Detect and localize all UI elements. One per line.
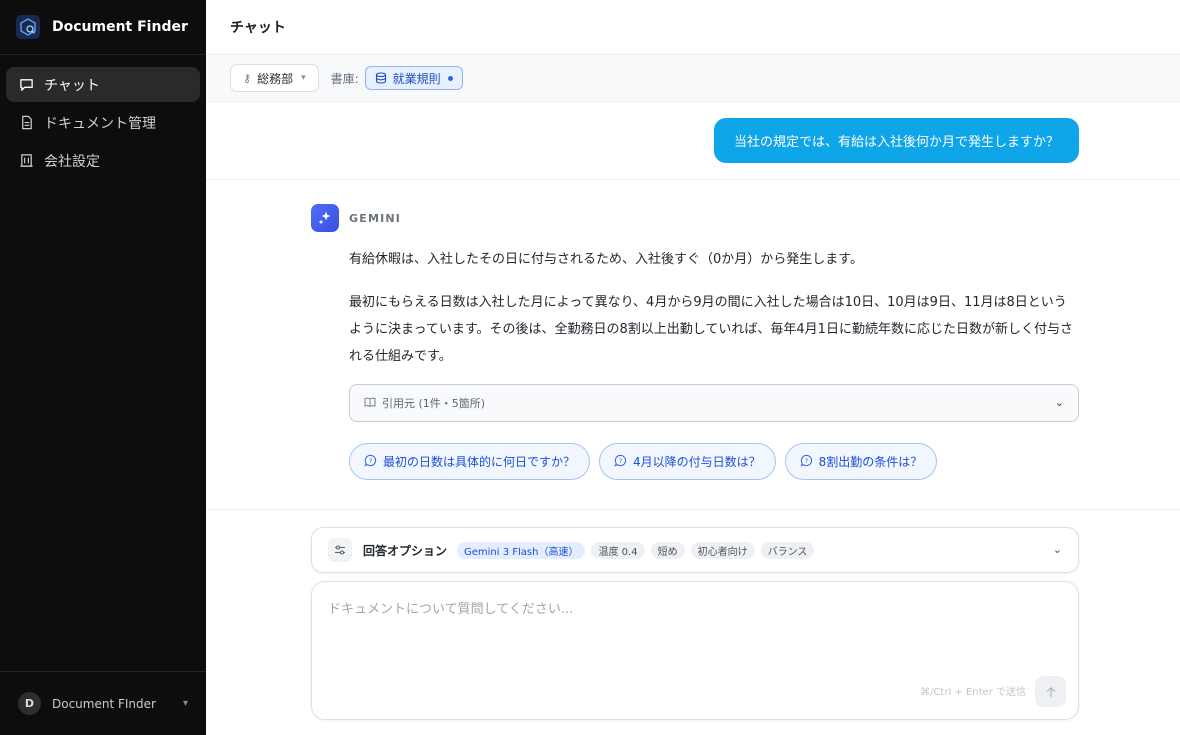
chevron-down-icon: ⌄	[1052, 543, 1062, 556]
sidebar-item-label: ドキュメント管理	[44, 115, 156, 132]
sidebar-nav: チャット ドキュメント管理 会社設定	[0, 55, 206, 193]
library-label: 書庫:	[330, 71, 359, 86]
chevron-down-icon: ▾	[182, 698, 188, 709]
assistant-message: GEMINI 有給休暇は、入社したその日に付与されるため、入社後すぐ（0か月）か…	[206, 180, 1180, 510]
answer-paragraph: 有給休暇は、入社したその日に付与されるため、入社後すぐ（0か月）から発生します。	[349, 252, 863, 267]
svg-text:?: ?	[369, 456, 372, 464]
assistant-message-body: 有給休暇は、入社したその日に付与されるため、入社後すぐ（0か月）から発生します。…	[349, 246, 1079, 386]
sidebar-item-label: 会社設定	[44, 153, 100, 170]
sidebar-item-documents[interactable]: ドキュメント管理	[6, 105, 200, 140]
citation-label: 引用元 (1件・5箇所)	[382, 397, 486, 410]
message-composer: ⌘/Ctrl + Enter で送信	[311, 581, 1079, 720]
brand[interactable]: Document Finder	[0, 0, 206, 55]
suggestion-chip[interactable]: ? 4月以降の付与日数は？	[599, 443, 776, 480]
suggestion-label: 最初の日数は具体的に何日ですか？	[383, 455, 576, 469]
answer-options-toggle[interactable]: 回答オプション Gemini 3 Flash（高速） 温度 0.4 短め 初心者…	[311, 527, 1079, 573]
assistant-header: GEMINI	[311, 204, 401, 232]
header: チャット	[206, 0, 1180, 55]
suggested-questions: ? 最初の日数は具体的に何日ですか？ ? 4月以降の付与日数は？ ? 8割出勤の…	[349, 443, 946, 480]
document-icon	[18, 115, 34, 131]
citation-toggle[interactable]: 引用元 (1件・5箇所) ⌄	[349, 384, 1079, 422]
main-panel: チャット ⚷ 総務部 ▾ 書庫: 就業規則 当社の規定では、有給は入社後何か月で…	[206, 0, 1180, 735]
question-bubble-icon: ?	[800, 454, 813, 470]
suggestion-chip[interactable]: ? 8割出勤の条件は？	[784, 443, 938, 480]
filter-bar: ⚷ 総務部 ▾ 書庫: 就業規則	[206, 55, 1180, 102]
app-title: Document Finder	[52, 19, 188, 35]
sidebar: Document Finder チャット ドキュメント管理 会社設定 D Doc…	[0, 0, 206, 735]
suggestion-chip[interactable]: ? 最初の日数は具体的に何日ですか？	[349, 443, 591, 480]
chevron-down-icon: ⌄	[1054, 396, 1064, 409]
option-tag: 短め	[650, 541, 685, 559]
question-bubble-icon: ?	[614, 454, 627, 470]
model-tag: Gemini 3 Flash（高速）	[457, 541, 586, 559]
user-message-bubble: 当社の規定では、有給は入社後何か月で発生しますか？	[713, 118, 1079, 163]
option-tag: 初心者向け	[690, 541, 755, 559]
sidebar-item-company-settings[interactable]: 会社設定	[6, 143, 200, 178]
active-dot	[447, 75, 453, 81]
option-tag: 温度 0.4	[591, 541, 645, 559]
app-logo-icon	[16, 15, 40, 39]
svg-text:?: ?	[804, 456, 807, 464]
department-value: 総務部	[257, 71, 294, 86]
answer-paragraph: 最初にもらえる日数は入社した月によって異なり、4月から9月の間に入社した場合は1…	[349, 295, 1073, 364]
svg-text:?: ?	[619, 456, 622, 464]
arrow-up-icon	[1046, 686, 1055, 697]
sparkle-icon	[311, 204, 339, 232]
chat-icon	[18, 77, 34, 93]
book-icon	[364, 396, 376, 411]
key-icon: ⚷	[243, 71, 252, 85]
sidebar-item-label: チャット	[44, 77, 100, 94]
sliders-icon	[328, 538, 352, 562]
database-icon	[375, 72, 387, 84]
avatar: D	[18, 692, 41, 715]
page-title: チャット	[230, 20, 286, 36]
send-shortcut-hint: ⌘/Ctrl + Enter で送信	[920, 687, 1026, 698]
account-switcher[interactable]: D Document FInder ▾	[0, 671, 206, 735]
building-icon	[18, 153, 34, 169]
suggestion-label: 8割出勤の条件は？	[818, 455, 923, 469]
library-chip-label: 就業規則	[392, 71, 441, 86]
sidebar-item-chat[interactable]: チャット	[6, 67, 200, 102]
answer-options-title: 回答オプション	[363, 543, 448, 558]
user-message-row: 当社の規定では、有給は入社後何か月で発生しますか？	[206, 102, 1180, 180]
option-tag: バランス	[760, 541, 815, 559]
assistant-name: GEMINI	[349, 211, 402, 225]
account-name: Document FInder	[52, 696, 156, 711]
suggestion-label: 4月以降の付与日数は？	[633, 455, 761, 469]
question-bubble-icon: ?	[364, 454, 377, 470]
library-chip[interactable]: 就業規則	[364, 66, 463, 90]
send-button[interactable]	[1035, 676, 1066, 707]
chevron-down-icon: ▾	[301, 73, 306, 83]
message-input[interactable]	[328, 598, 1058, 658]
department-select[interactable]: ⚷ 総務部 ▾	[230, 64, 319, 92]
